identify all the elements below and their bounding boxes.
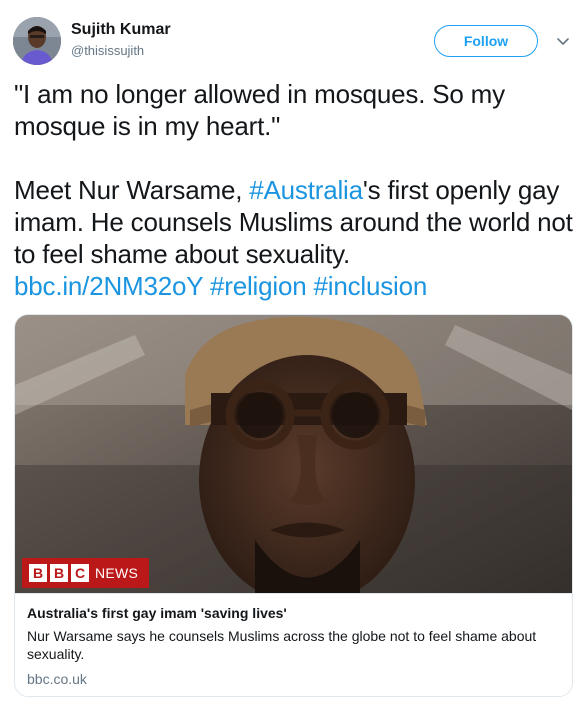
avatar-photo: [13, 17, 61, 65]
author-handle[interactable]: @thisissujith: [71, 43, 144, 58]
portrait-photo: [15, 315, 572, 593]
card-image[interactable]: B B C NEWS: [15, 315, 572, 593]
hashtag-religion[interactable]: #religion: [210, 271, 307, 301]
card-domain: bbc.co.uk: [27, 671, 87, 687]
follow-button[interactable]: Follow: [434, 25, 538, 57]
short-link[interactable]: bbc.in/2NM32oY: [14, 271, 203, 301]
author-name[interactable]: Sujith Kumar: [71, 21, 171, 39]
tweet-text-before: Meet Nur Warsame,: [14, 175, 250, 205]
link-preview-card[interactable]: B B C NEWS Australia's first gay imam 's…: [14, 314, 573, 697]
tweet-body: Meet Nur Warsame, #Australia's first ope…: [14, 174, 574, 302]
chevron-down-icon[interactable]: [554, 32, 572, 50]
bbc-logo-letter: B: [50, 564, 68, 582]
tweet-text: "I am no longer allowed in mosques. So m…: [14, 78, 574, 302]
hashtag-inclusion[interactable]: #inclusion: [314, 271, 428, 301]
bbc-logo-letter: C: [71, 564, 89, 582]
card-body[interactable]: Australia's first gay imam 'saving lives…: [15, 593, 572, 687]
avatar[interactable]: [13, 17, 61, 65]
bbc-logo-news: NEWS: [95, 565, 139, 581]
bbc-news-logo: B B C NEWS: [22, 558, 149, 588]
hashtag-australia[interactable]: #Australia: [249, 175, 363, 205]
bbc-logo-letter: B: [29, 564, 47, 582]
tweet-quote: "I am no longer allowed in mosques. So m…: [14, 79, 505, 141]
card-description: Nur Warsame says he counsels Muslims acr…: [27, 628, 537, 662]
card-title[interactable]: Australia's first gay imam 'saving lives…: [27, 604, 560, 622]
